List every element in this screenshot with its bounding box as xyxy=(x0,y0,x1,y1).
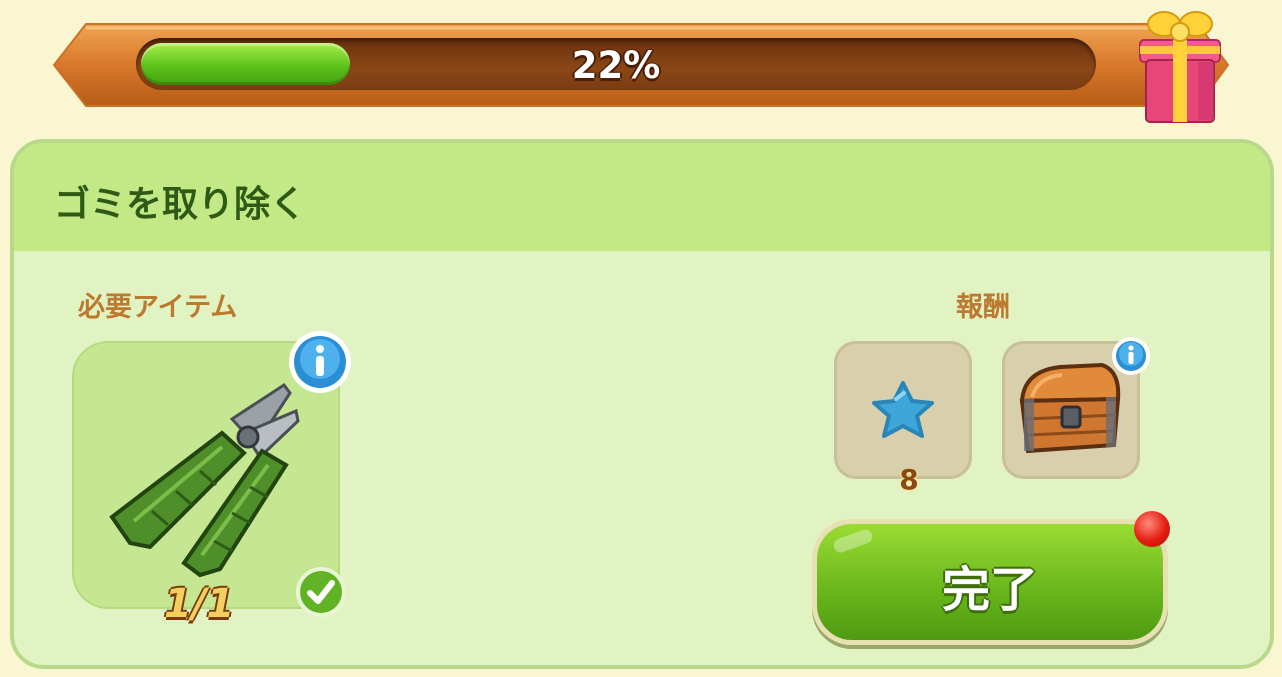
gift-box-icon[interactable] xyxy=(1130,8,1230,128)
required-items-label: 必要アイテム xyxy=(78,292,238,323)
reward-quantity: 8 xyxy=(899,463,919,496)
check-icon xyxy=(296,567,346,617)
required-item-count: 1/1 xyxy=(164,581,235,627)
info-icon[interactable] xyxy=(1111,336,1151,376)
reward-tile-star[interactable] xyxy=(834,341,972,479)
notification-dot xyxy=(1134,511,1170,547)
rewards-label: 報酬 xyxy=(956,292,1010,323)
complete-button[interactable]: 完了 xyxy=(812,519,1168,645)
info-icon[interactable] xyxy=(287,329,353,395)
task-title: ゴミを取り除く xyxy=(54,184,307,225)
complete-button-label: 完了 xyxy=(941,562,1038,618)
progress-track: 22% xyxy=(136,38,1096,90)
progress-percent: 22% xyxy=(571,44,661,87)
blue-star-icon xyxy=(872,381,934,438)
task-header: ゴミを取り除く xyxy=(14,143,1270,251)
progress-banner: 22% xyxy=(52,11,1230,123)
task-card: ゴミを取り除く 必要アイテム 1/1 報酬 8 完了 xyxy=(10,139,1274,669)
